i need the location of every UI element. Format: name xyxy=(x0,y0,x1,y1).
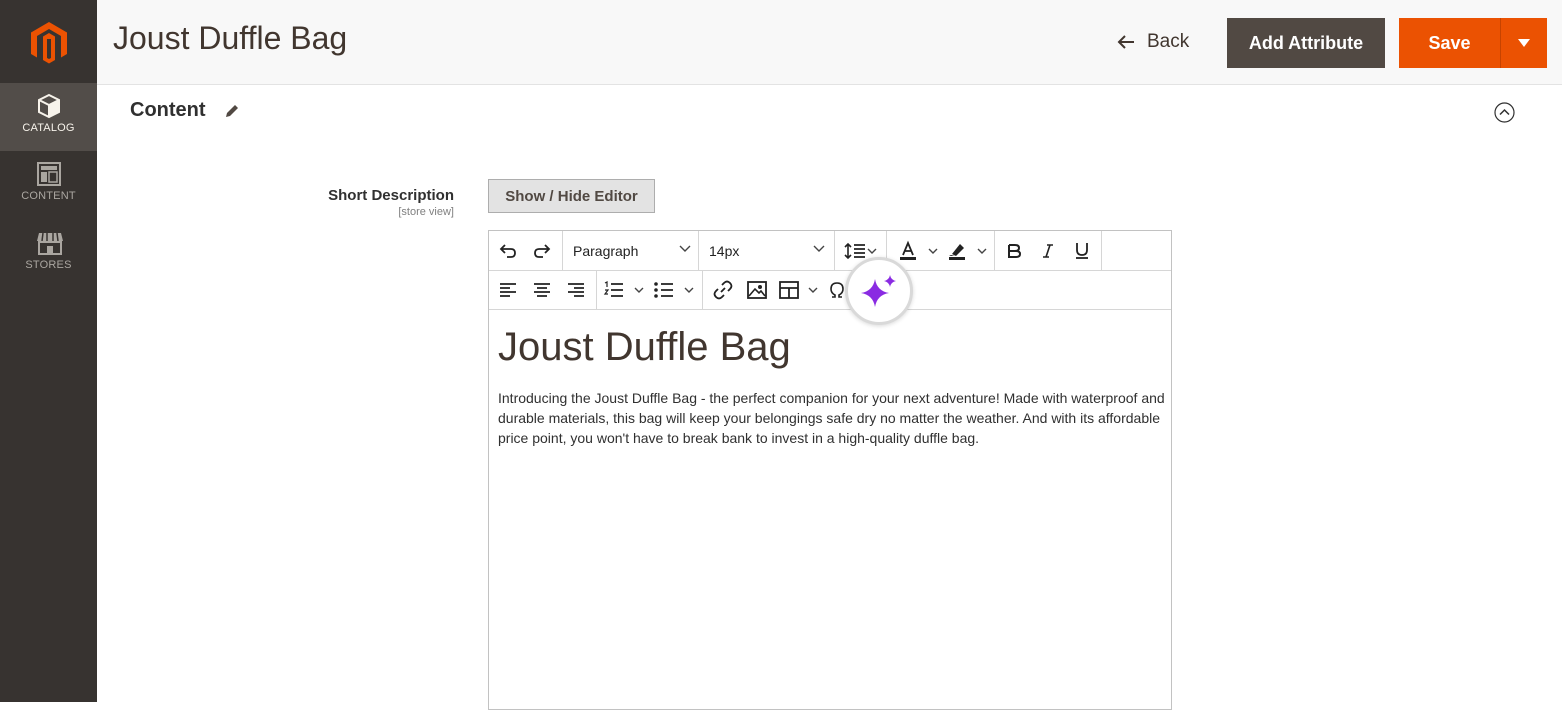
align-right-icon[interactable] xyxy=(563,270,589,309)
block-format-select[interactable]: Paragraph xyxy=(573,231,699,270)
underline-icon[interactable] xyxy=(1068,231,1096,270)
scope-label: [store view] xyxy=(398,206,454,218)
numbered-list-icon[interactable] xyxy=(603,270,649,309)
chevron-down-icon xyxy=(813,245,825,252)
arrow-left-icon xyxy=(1117,35,1134,49)
cube-icon xyxy=(36,93,62,119)
show-hide-editor-button[interactable]: Show / Hide Editor xyxy=(488,179,655,213)
add-attribute-button[interactable]: Add Attribute xyxy=(1227,18,1385,68)
wysiwyg-editor: Paragraph 14px Joust Duffle Bag Introduc… xyxy=(488,230,1172,710)
short-description-label: Short Description xyxy=(328,187,454,204)
admin-sidebar: CATALOG CONTENT STORES xyxy=(0,0,97,702)
sparkle-icon xyxy=(861,275,896,307)
content-heading: Joust Duffle Bag xyxy=(498,325,791,369)
page-title: Joust Duffle Bag xyxy=(113,20,348,56)
sidebar-item-stores[interactable]: STORES xyxy=(0,220,97,288)
magento-logo-icon[interactable] xyxy=(27,20,71,66)
redo-icon[interactable] xyxy=(529,231,555,270)
page-header: Joust Duffle Bag Back Add Attribute Save xyxy=(97,0,1562,85)
save-button[interactable]: Save xyxy=(1399,18,1500,68)
link-icon[interactable] xyxy=(709,270,737,309)
sidebar-item-catalog[interactable]: CATALOG xyxy=(0,83,97,151)
align-left-icon[interactable] xyxy=(495,270,521,309)
bold-icon[interactable] xyxy=(1000,231,1028,270)
content-paragraph: Introducing the Joust Duffle Bag - the p… xyxy=(498,390,1165,446)
chevron-down-icon xyxy=(679,245,691,252)
ai-assistant-button[interactable] xyxy=(845,257,913,325)
sidebar-item-label: STORES xyxy=(25,259,72,271)
layout-icon xyxy=(36,161,62,187)
back-button[interactable]: Back xyxy=(1117,28,1189,56)
table-icon[interactable] xyxy=(775,270,825,309)
sidebar-item-label: CONTENT xyxy=(21,190,76,202)
caret-down-icon xyxy=(1518,39,1530,47)
italic-icon[interactable] xyxy=(1034,231,1062,270)
highlight-color-icon[interactable] xyxy=(946,231,990,270)
block-format-value: Paragraph xyxy=(573,242,639,259)
save-options-toggle[interactable] xyxy=(1500,18,1547,68)
bullet-list-icon[interactable] xyxy=(653,270,699,309)
editor-toolbar-row-1: Paragraph 14px xyxy=(489,231,1171,271)
sidebar-item-content[interactable]: CONTENT xyxy=(0,151,97,219)
editor-toolbar-row-2 xyxy=(489,270,1171,310)
text-color-icon[interactable] xyxy=(897,231,941,270)
align-center-icon[interactable] xyxy=(529,270,555,309)
collapse-section-icon[interactable] xyxy=(1494,102,1515,128)
pencil-icon[interactable] xyxy=(224,103,240,124)
sidebar-item-label: CATALOG xyxy=(22,122,75,134)
font-size-select[interactable]: 14px xyxy=(709,231,835,270)
image-icon[interactable] xyxy=(743,270,771,309)
section-title[interactable]: Content xyxy=(130,99,206,122)
special-character-icon[interactable] xyxy=(827,270,847,309)
font-size-value: 14px xyxy=(709,242,740,259)
store-icon xyxy=(36,230,63,256)
editor-content[interactable]: Joust Duffle Bag Introducing the Joust D… xyxy=(498,311,1168,448)
back-button-label: Back xyxy=(1147,31,1190,52)
undo-icon[interactable] xyxy=(495,231,521,270)
